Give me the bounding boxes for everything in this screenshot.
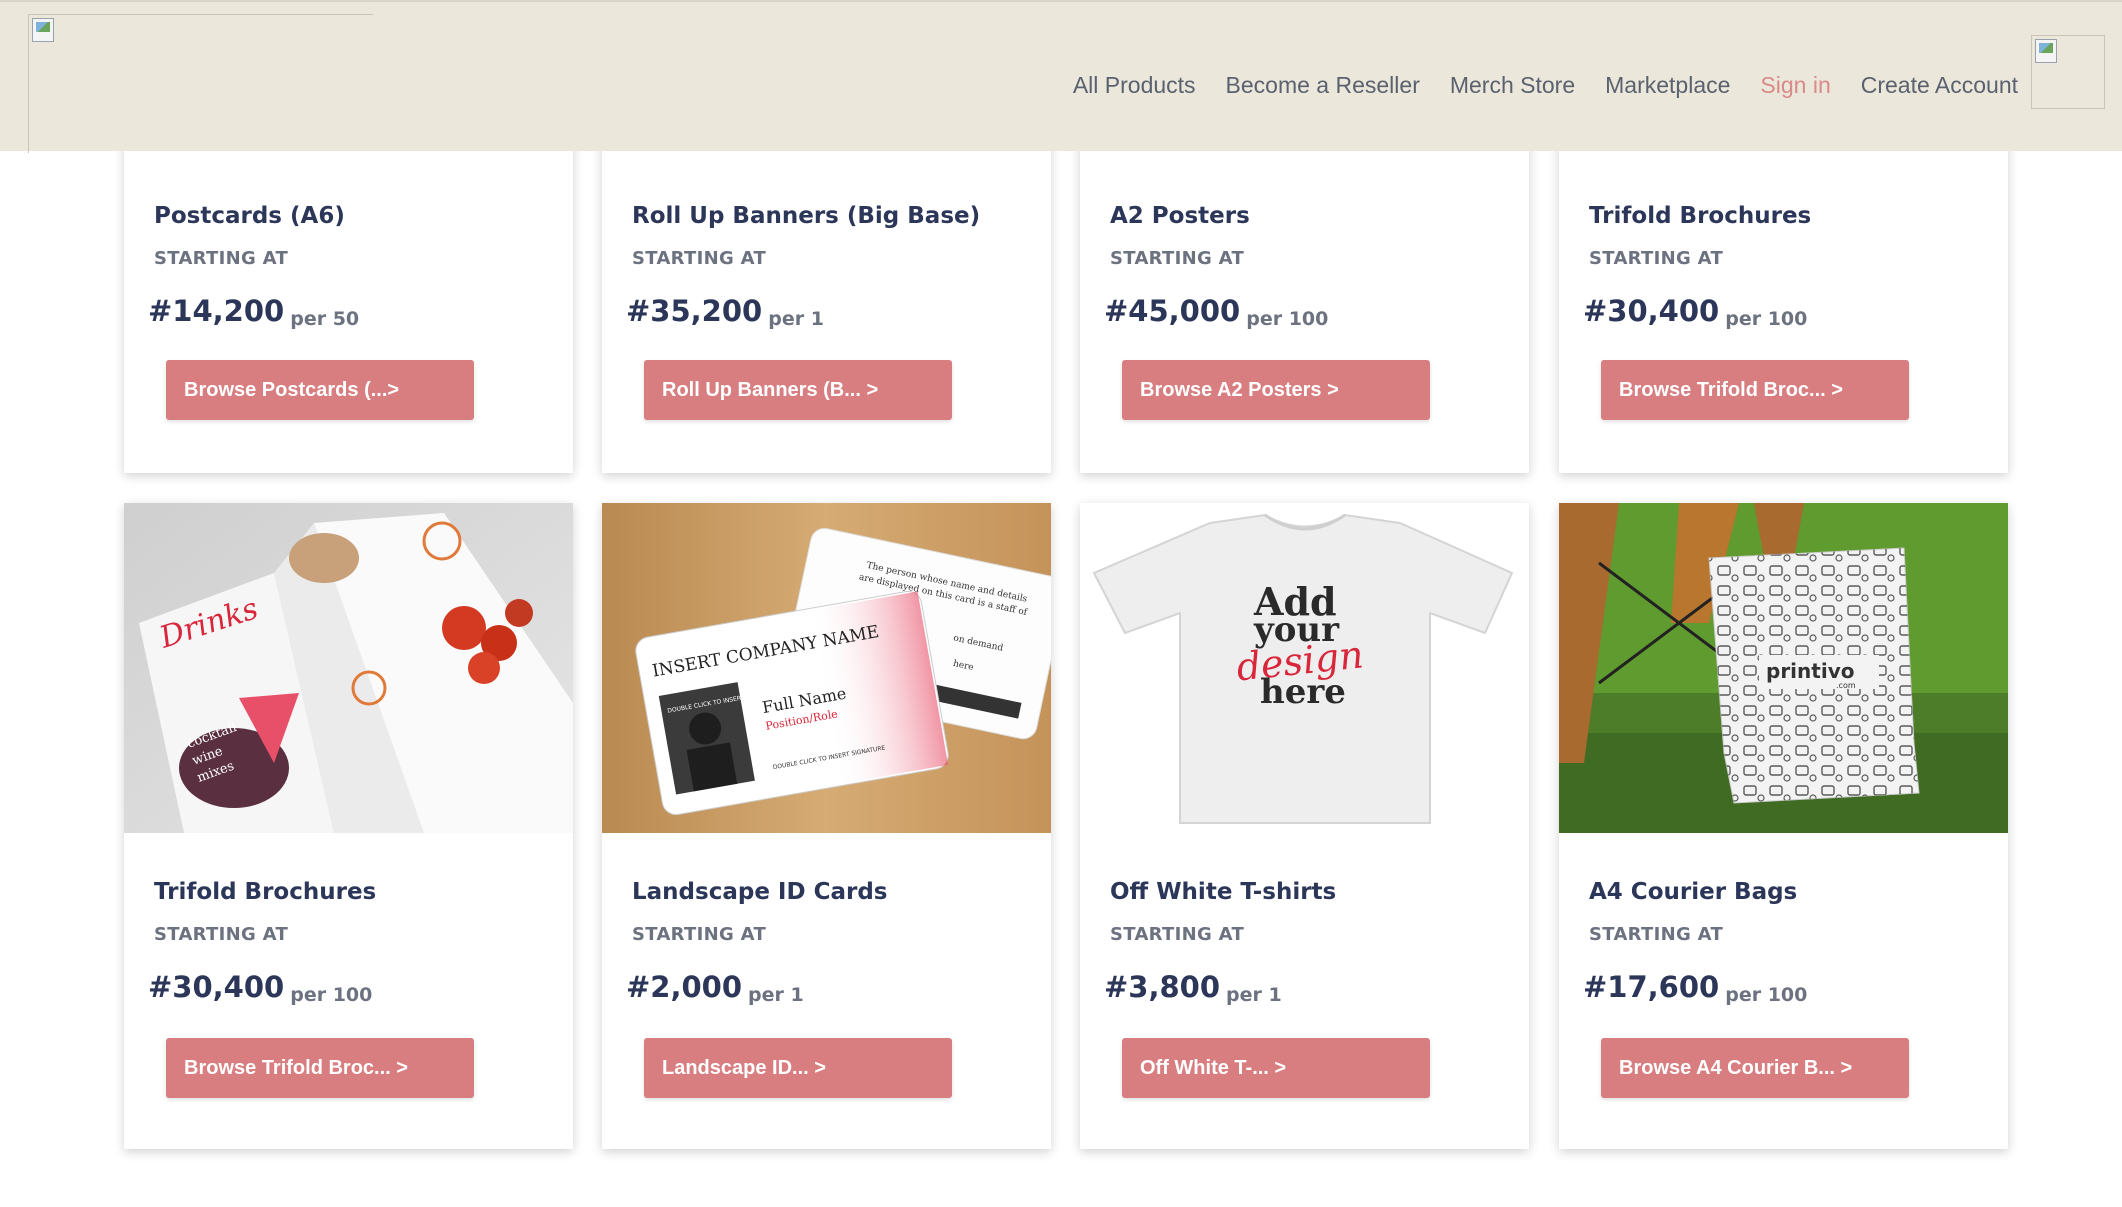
starting-at-label: STARTING AT (632, 924, 767, 945)
product-title[interactable]: Postcards (A6) (154, 203, 345, 229)
product-price: #14,200 (148, 294, 285, 328)
broken-image-icon (32, 18, 54, 42)
product-price: #3,800 (1104, 970, 1221, 1004)
cart-button[interactable] (2031, 35, 2105, 109)
product-title[interactable]: Trifold Brochures (1589, 203, 1811, 229)
product-title[interactable]: Trifold Brochures (154, 879, 376, 905)
starting-at-label: STARTING AT (1589, 924, 1724, 945)
starting-at-label: STARTING AT (1110, 248, 1245, 269)
product-unit: per 100 (1725, 308, 1808, 330)
product-price: #35,200 (626, 294, 763, 328)
tshirt-text-here: here (1260, 672, 1346, 712)
product-card-trifold-brochures: Trifold Brochures STARTING AT #30,400 per… (1559, 130, 2008, 473)
starting-at-label: STARTING AT (154, 924, 289, 945)
browse-button[interactable]: Browse A2 Posters > (1122, 360, 1430, 420)
logo[interactable] (28, 14, 373, 153)
product-card-a4-courier-bags: printivo .com A4 Courier Bags STARTING A… (1559, 503, 2008, 1149)
browse-button[interactable]: Browse Postcards (...> (166, 360, 474, 420)
product-card-trifold-brochures: Drinks cocktail wine mixes Trifold Broch… (124, 503, 573, 1149)
top-header: All Products Become a Reseller Merch Sto… (0, 0, 2122, 153)
browse-button[interactable]: Browse Trifold Broc... > (166, 1038, 474, 1098)
product-card-postcards: Postcards (A6) STARTING AT #14,200 per 50… (124, 130, 573, 473)
nav-all-products[interactable]: All Products (1073, 72, 1196, 99)
product-title[interactable]: A2 Posters (1110, 203, 1250, 229)
starting-at-label: STARTING AT (1110, 924, 1245, 945)
main-nav: All Products Become a Reseller Merch Sto… (1043, 72, 2018, 99)
starting-at-label: STARTING AT (154, 248, 289, 269)
bag-brand-text: printivo (1766, 659, 1854, 683)
browse-button[interactable]: Roll Up Banners (B... > (644, 360, 952, 420)
product-unit: per 1 (1226, 984, 1282, 1006)
nav-create-account[interactable]: Create Account (1861, 72, 2018, 99)
product-title[interactable]: Roll Up Banners (Big Base) (632, 203, 980, 229)
product-image-brochure[interactable]: Drinks cocktail wine mixes (124, 503, 573, 833)
product-card-roll-up-banners: Roll Up Banners (Big Base) STARTING AT #… (602, 130, 1051, 473)
nav-sign-in[interactable]: Sign in (1760, 72, 1830, 99)
product-card-a2-posters: A2 Posters STARTING AT #45,000 per 100 Br… (1080, 130, 1529, 473)
product-title[interactable]: A4 Courier Bags (1589, 879, 1797, 905)
product-image-tshirt[interactable]: Add your design here (1080, 503, 1529, 833)
nav-marketplace[interactable]: Marketplace (1605, 72, 1730, 99)
product-price: #17,600 (1583, 970, 1720, 1004)
browse-button[interactable]: Off White T-... > (1122, 1038, 1430, 1098)
product-unit: per 1 (768, 308, 824, 330)
product-card-landscape-id-cards: The person whose name and details are di… (602, 503, 1051, 1149)
product-unit: per 50 (290, 308, 360, 330)
browse-button[interactable]: Browse Trifold Broc... > (1601, 360, 1909, 420)
nav-become-reseller[interactable]: Become a Reseller (1226, 72, 1420, 99)
starting-at-label: STARTING AT (1589, 248, 1724, 269)
product-price: #45,000 (1104, 294, 1241, 328)
product-image-courier-bag[interactable]: printivo .com (1559, 503, 2008, 833)
product-unit: per 1 (748, 984, 804, 1006)
nav-merch-store[interactable]: Merch Store (1450, 72, 1575, 99)
product-unit: per 100 (1246, 308, 1329, 330)
product-card-off-white-tshirts: Add your design here Off White T-shirts … (1080, 503, 1529, 1149)
starting-at-label: STARTING AT (632, 248, 767, 269)
bag-brand-sub: .com (1836, 681, 1856, 690)
browse-button[interactable]: Browse A4 Courier B... > (1601, 1038, 1909, 1098)
product-unit: per 100 (1725, 984, 1808, 1006)
browse-button[interactable]: Landscape ID... > (644, 1038, 952, 1098)
product-image-id-card[interactable]: The person whose name and details are di… (602, 503, 1051, 833)
broken-image-icon (2035, 39, 2057, 63)
product-title[interactable]: Landscape ID Cards (632, 879, 887, 905)
product-price: #30,400 (1583, 294, 1720, 328)
product-price: #30,400 (148, 970, 285, 1004)
product-price: #2,000 (626, 970, 743, 1004)
product-title[interactable]: Off White T-shirts (1110, 879, 1336, 905)
product-unit: per 100 (290, 984, 373, 1006)
